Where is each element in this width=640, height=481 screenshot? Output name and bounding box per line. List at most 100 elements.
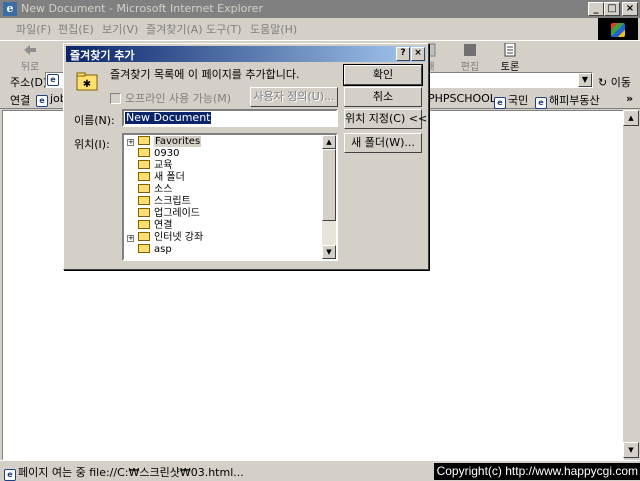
folder-icon <box>138 184 150 193</box>
menu-help[interactable]: 도움말(H) <box>250 21 297 37</box>
menu-view[interactable]: 보기(V) <box>102 21 138 37</box>
dialog-title-bar[interactable]: 즐겨찾기 추가 ? × <box>66 46 426 62</box>
folder-icon <box>138 160 150 169</box>
tree-item-0930[interactable]: 0930 <box>138 148 179 160</box>
favorites-expand-icon[interactable]: + <box>127 139 134 146</box>
address-dropdown-button[interactable]: ▼ <box>578 73 592 87</box>
tree-scrollbar[interactable]: ▲ ▼ <box>322 135 336 259</box>
tree-item-label: asp <box>154 244 172 255</box>
cancel-button[interactable]: 취소 <box>344 87 422 107</box>
discuss-button[interactable]: 토론 <box>490 43 530 73</box>
windows-logo-icon <box>598 18 638 42</box>
folder-icon <box>138 208 150 217</box>
folder-icon <box>138 244 150 253</box>
dialog-help-button[interactable]: ? <box>396 47 410 61</box>
go-arrow-icon: ↻ <box>598 76 608 89</box>
scroll-up-button[interactable]: ▲ <box>623 110 639 126</box>
tree-item-internet-course[interactable]: 인터넷 강좌 <box>138 232 203 244</box>
address-label: 주소(D) <box>10 76 48 89</box>
tree-item-label: 업그레이드 <box>154 208 200 219</box>
edit-button[interactable]: 편집 <box>450 43 490 73</box>
tree-item-label: 연결 <box>154 220 173 231</box>
offline-checkbox[interactable]: 오프라인 사용 가능(M) <box>110 90 231 106</box>
menu-bar: 파일(F) 편집(E) 보기(V) 즐겨찾기(A) 도구(T) 도움말(H) <box>0 18 640 38</box>
internet-course-expand-icon[interactable]: + <box>127 235 134 242</box>
dialog-message: 즐겨찾기 목록에 이 페이지를 추가합니다. <box>110 68 300 81</box>
tree-scroll-down-button[interactable]: ▼ <box>322 245 336 259</box>
tree-item-favorites[interactable]: Favorites <box>138 136 202 148</box>
page-icon: e <box>47 74 59 86</box>
tree-item-script[interactable]: 스크립트 <box>138 196 191 208</box>
folder-icon <box>138 220 150 229</box>
folder-icon <box>138 172 150 181</box>
link-icon: e <box>535 97 547 109</box>
tree-item-label: 스크립트 <box>154 196 191 207</box>
offline-checkbox-box[interactable] <box>110 93 121 104</box>
tree-item-label: 새 폴더 <box>154 172 185 183</box>
link-phpschool[interactable]: PHPSCHOOL <box>428 92 496 105</box>
create-in-label: 위치(I): <box>74 138 110 151</box>
svg-text:✱: ✱ <box>83 79 91 90</box>
link-happy-realestate-label: 해피부동산 <box>549 94 600 107</box>
status-text: e 페이지 여는 중 file://C:₩스크린샷₩03.html... <box>4 464 244 481</box>
customize-button[interactable]: 사용자 정의(U)... <box>250 87 338 107</box>
ie-window: e New Document - Microsoft Internet Expl… <box>0 0 640 481</box>
go-button[interactable]: ↻ 이동 <box>598 74 631 90</box>
links-chevron-icon[interactable]: » <box>626 92 633 105</box>
tree-item-label: 0930 <box>154 148 180 159</box>
folder-icon <box>138 148 150 157</box>
ie-icon: e <box>3 2 17 16</box>
folder-icon <box>138 136 150 145</box>
create-in-button[interactable]: 위치 지정(C) << <box>344 109 427 129</box>
add-favorite-dialog: 즐겨찾기 추가 ? × ✱ 즐겨찾기 목록에 이 페이지를 추가합니다. 오프라… <box>63 43 429 270</box>
tree-item-asp[interactable]: asp <box>138 244 172 256</box>
menu-file[interactable]: 파일(F) <box>16 21 51 37</box>
name-input[interactable]: New Document <box>122 109 338 127</box>
folder-tree[interactable]: + Favorites 0930 교육 새 폴더 소스 스크립트 업그레이드 연… <box>122 133 338 261</box>
tree-item-label: Favorites <box>154 136 202 147</box>
link-icon: e <box>36 95 48 107</box>
tree-item-label: 소스 <box>154 184 173 195</box>
back-arrow-icon <box>24 45 36 55</box>
link-phpschool-label: PHPSCHOOL <box>428 92 496 105</box>
window-title: New Document - Microsoft Internet Explor… <box>21 2 263 15</box>
tree-item-upgrade[interactable]: 업그레이드 <box>138 208 200 220</box>
minimize-button[interactable]: _ <box>588 2 604 16</box>
folder-icon <box>138 232 150 241</box>
name-label: 이름(N): <box>74 114 115 127</box>
edit-icon <box>464 44 476 56</box>
links-label: 연결 <box>10 94 31 107</box>
vertical-scrollbar[interactable]: ▲ ▼ <box>623 110 639 458</box>
dialog-title: 즐겨찾기 추가 <box>70 49 135 62</box>
menu-tools[interactable]: 도구(T) <box>206 21 242 37</box>
link-kookmin-label: 국민 <box>508 94 529 107</box>
menu-edit[interactable]: 편집(E) <box>58 21 94 37</box>
scroll-down-button[interactable]: ▼ <box>623 442 639 458</box>
link-icon: e <box>494 97 506 109</box>
tree-item-new-folder[interactable]: 새 폴더 <box>138 172 185 184</box>
tree-item-links[interactable]: 연결 <box>138 220 172 232</box>
status-page-icon: e <box>4 469 16 481</box>
favorite-folder-star-icon: ✱ <box>76 72 98 91</box>
tree-item-education[interactable]: 교육 <box>138 160 172 172</box>
dialog-close-button[interactable]: × <box>411 47 425 61</box>
name-input-value: New Document <box>125 111 212 124</box>
link-kookmin[interactable]: e 국민 <box>494 92 528 109</box>
copyright-banner: Copyright(c) http://www.happycgi.com <box>434 463 640 480</box>
new-folder-button[interactable]: 새 폴더(W)... <box>344 133 422 153</box>
go-label: 이동 <box>610 76 631 89</box>
back-button[interactable]: 뒤로 <box>10 43 50 73</box>
folder-icon <box>138 196 150 205</box>
offline-label: 오프라인 사용 가능(M) <box>125 92 232 105</box>
menu-favorites[interactable]: 즐겨찾기(A) <box>146 21 203 37</box>
ok-button[interactable]: 확인 <box>343 64 423 86</box>
title-bar[interactable]: e New Document - Microsoft Internet Expl… <box>0 0 640 18</box>
maximize-button[interactable]: □ <box>604 2 620 16</box>
tree-item-label: 교육 <box>154 160 173 171</box>
tree-item-source[interactable]: 소스 <box>138 184 172 196</box>
tree-item-label: 인터넷 강좌 <box>154 232 204 243</box>
tree-scroll-thumb[interactable] <box>322 149 336 221</box>
tree-scroll-up-button[interactable]: ▲ <box>322 135 336 149</box>
link-happy-realestate[interactable]: e 해피부동산 <box>535 92 600 109</box>
close-button[interactable]: × <box>622 2 638 16</box>
